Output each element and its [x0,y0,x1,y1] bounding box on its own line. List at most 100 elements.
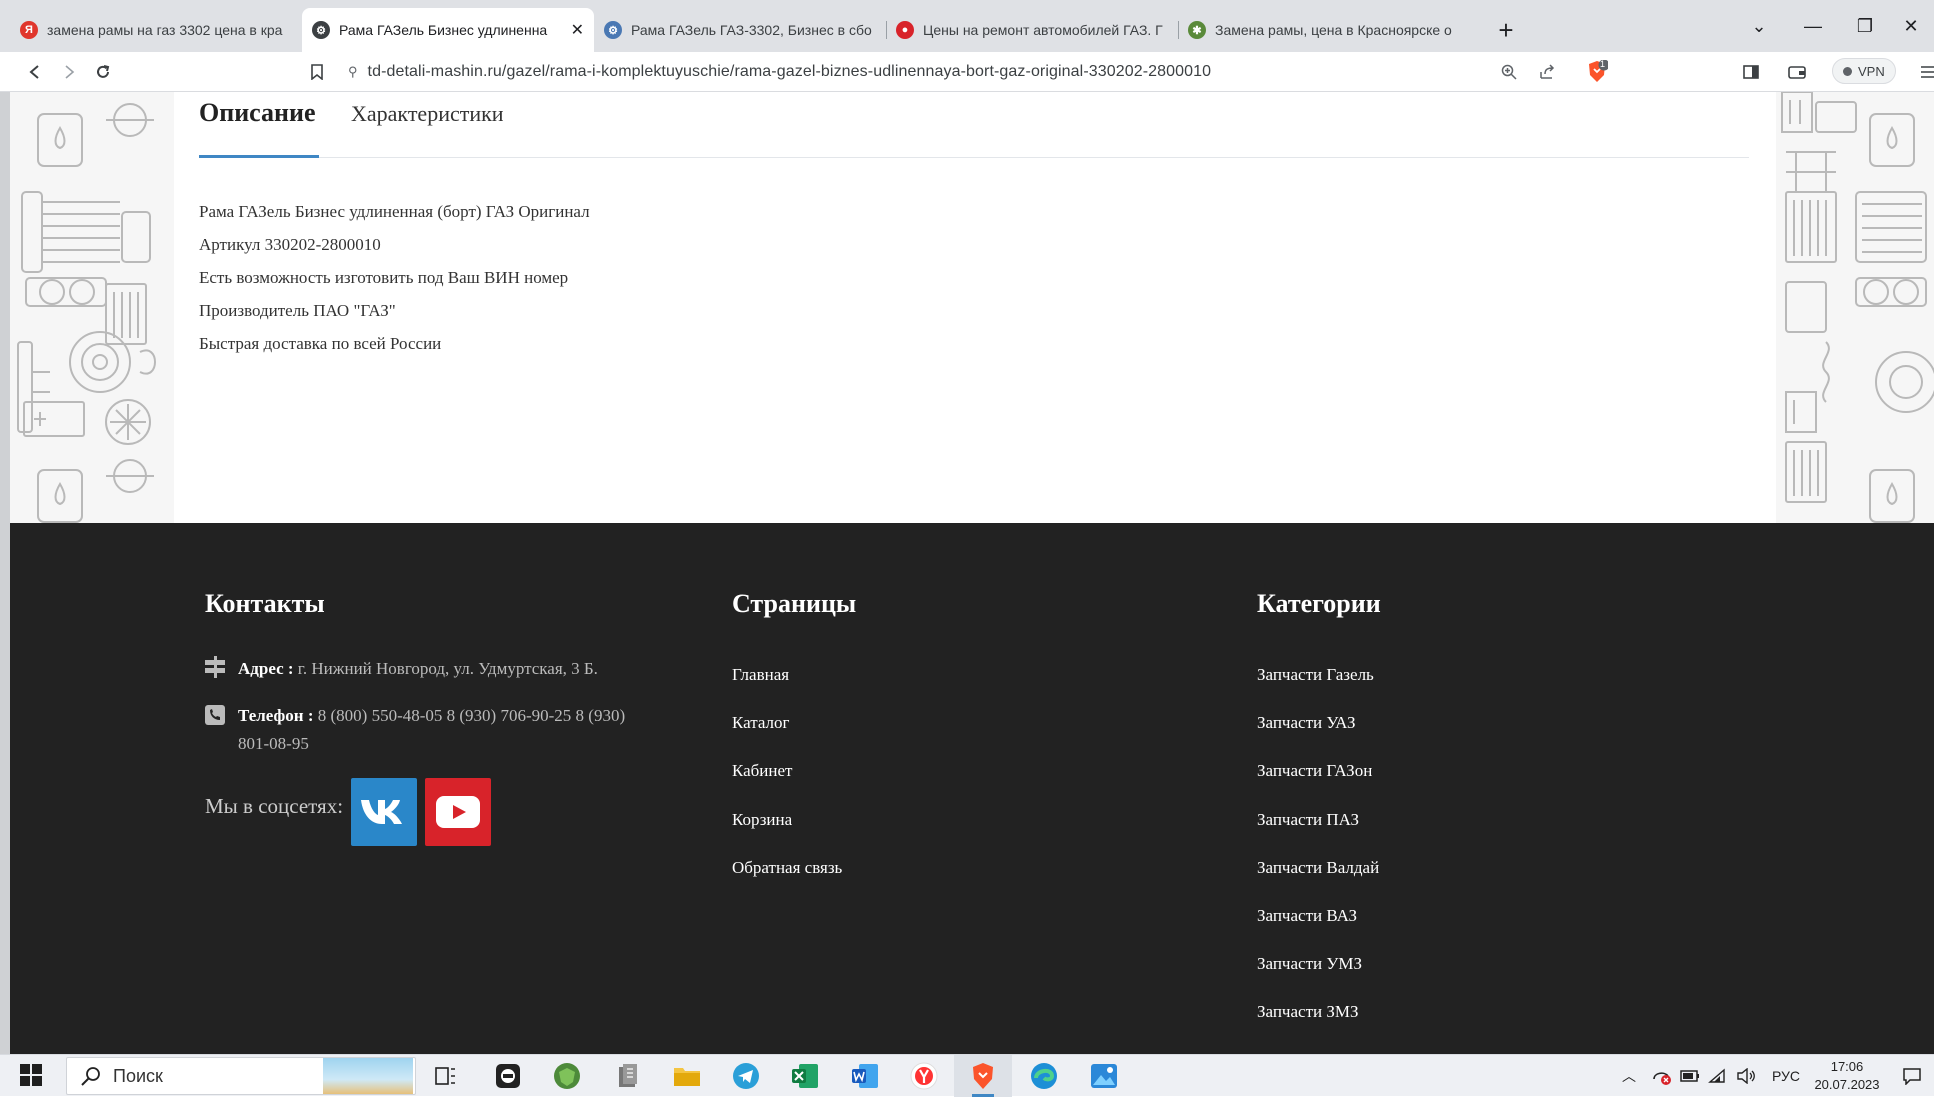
close-tab-icon[interactable]: ✕ [571,20,584,40]
footer-category-link[interactable]: Запчасти УМЗ [1257,954,1362,974]
description-line: Рама ГАЗель Бизнес удлиненная (борт) ГАЗ… [199,202,590,221]
description-line: Есть возможность изготовить под Ваш ВИН … [199,268,569,287]
browser-tab-bar: Я замена рамы на газ 3302 цена в кра ⚙ Р… [0,0,1934,52]
taskbar-search[interactable]: Поиск [66,1057,416,1095]
tab-title: Замена рамы, цена в Красноярске о [1215,22,1452,38]
file-archive-icon[interactable] [612,1060,644,1092]
youtube-button[interactable] [425,778,491,846]
vk-button[interactable] [351,778,417,846]
reload-button[interactable] [86,55,120,89]
site-settings-icon[interactable]: ⚲ [348,64,358,80]
categories-heading: Категории [1257,589,1381,618]
edge-icon[interactable] [1028,1060,1060,1092]
notifications-icon[interactable] [1902,1055,1922,1097]
footer-link-cabinet[interactable]: Кабинет [732,761,792,781]
footer-category-link[interactable]: Запчасти УАЗ [1257,713,1356,733]
excel-icon[interactable] [789,1060,821,1092]
bookmark-icon[interactable] [300,55,334,89]
footer-category-link[interactable]: Запчасти ЗМЗ [1257,1002,1359,1022]
footer-category-link[interactable]: Запчасти ГАЗон [1257,761,1372,781]
close-window-button[interactable]: ✕ [1888,0,1934,52]
shields-badge: 1 [1600,58,1606,69]
right-background-pattern [1776,92,1934,523]
address-row: Адрес : г. Нижний Новгород, ул. Удмуртск… [238,655,598,683]
word-icon[interactable] [849,1060,881,1092]
minimize-button[interactable]: — [1790,0,1836,52]
tab-characteristics[interactable]: Характеристики [351,101,504,127]
sidebar-toggle-icon[interactable] [1734,55,1768,89]
tray-overflow-chevron-icon[interactable]: ︿ [1622,1055,1636,1097]
forward-button[interactable] [52,55,86,89]
footer-link-feedback[interactable]: Обратная связь [732,858,842,878]
web-page: Описание Характеристики Рама ГАЗель Бизн… [0,92,1934,1054]
footer-link-home[interactable]: Главная [732,665,789,685]
browser-tab-5[interactable]: ✱ Замена рамы, цена в Красноярске о [1178,8,1478,52]
zoom-icon[interactable] [1492,55,1526,89]
description-line: Быстрая доставка по всей России [199,334,442,353]
phone-row: Телефон : 8 (800) 550-48-05 8 (930) 706-… [238,702,698,758]
windows-start-button[interactable] [20,1064,42,1091]
footer-link-catalog[interactable]: Каталог [732,713,790,733]
clock-time: 17:06 [1830,1059,1864,1074]
vpn-status-icon [1843,66,1852,76]
gear-site-icon: ⚙ [604,21,622,39]
tab-search-chevron-icon[interactable]: ⌄ [1736,0,1782,52]
vpn-label: VPN [1858,63,1885,79]
address-bar[interactable]: ⚲ td-detali-mashin.ru/gazel/rama-i-kompl… [348,56,1688,88]
vpn-button[interactable]: VPN [1832,58,1896,84]
browser-tab-1[interactable]: Я замена рамы на газ 3302 цена в кра [10,8,302,52]
share-icon[interactable] [1530,55,1564,89]
vpn-app-icon[interactable] [492,1060,524,1092]
browser-tab-4[interactable]: ● Цены на ремонт автомобилей ГАЗ. Г [886,8,1178,52]
url-text: td-detali-mashin.ru/gazel/rama-i-komplek… [367,63,1212,80]
battery-icon[interactable] [1680,1055,1700,1097]
red-circle-icon: ● [896,21,914,39]
tab-title: замена рамы на газ 3302 цена в кра [47,22,283,38]
photos-icon[interactable] [1088,1060,1120,1092]
youtube-icon [436,796,480,828]
tab-description[interactable]: Описание [199,98,316,128]
brave-shields-icon[interactable]: 1 [1580,55,1614,89]
active-tab-indicator [199,155,319,158]
yandex-browser-icon[interactable] [908,1060,940,1092]
task-view-icon[interactable] [430,1060,462,1092]
footer-category-link[interactable]: Запчасти Газель [1257,665,1374,685]
search-highlight-image [323,1058,413,1094]
footer-category-link[interactable]: Запчасти ВАЗ [1257,906,1357,926]
tab-title: Рама ГАЗель ГАЗ-3302, Бизнес в сбо [631,22,872,38]
language-indicator[interactable]: РУС [1772,1055,1800,1097]
footer-category-link[interactable]: Запчасти ПАЗ [1257,810,1359,830]
footer-category-link[interactable]: Запчасти Валдай [1257,858,1379,878]
wifi-icon[interactable] [1708,1055,1728,1097]
telegram-icon[interactable] [730,1060,762,1092]
social-label: Мы в соцсетях: [205,794,344,818]
phone-value[interactable]: 801-08-95 [238,734,309,753]
network-error-icon[interactable] [1652,1055,1672,1097]
phone-value[interactable]: 8 (800) 550-48-05 8 (930) 706-90-25 8 (9… [318,706,625,725]
restore-button[interactable]: ❐ [1842,0,1888,52]
contacts-heading: Контакты [205,589,325,618]
description-line: Производитель ПАО "ГАЗ" [199,301,396,320]
address-value: г. Нижний Новгород, ул. Удмуртская, 3 Б. [297,659,598,678]
browser-tab-2[interactable]: ⚙ Рама ГАЗель Бизнес удлиненна ✕ [302,8,594,52]
left-background-pattern [10,92,174,523]
windows-logo-icon [20,1064,42,1086]
address-label: Адрес : [238,659,294,678]
tab-title: Цены на ремонт автомобилей ГАЗ. Г [923,22,1163,38]
wrench-site-icon: ✱ [1188,21,1206,39]
site-footer: Контакты Адрес : г. Нижний Новгород, ул.… [10,523,1934,1054]
new-tab-button[interactable]: + [1486,8,1526,52]
footer-link-cart[interactable]: Корзина [732,810,792,830]
vk-icon [361,800,402,824]
volume-icon[interactable] [1736,1055,1756,1097]
menu-icon[interactable] [1912,55,1934,89]
taskbar-clock[interactable]: 17:06 20.07.2023 [1806,1058,1888,1094]
shield-app-icon[interactable] [551,1060,583,1092]
file-explorer-icon[interactable] [671,1060,703,1092]
back-button[interactable] [18,55,52,89]
browser-tab-3[interactable]: ⚙ Рама ГАЗель ГАЗ-3302, Бизнес в сбо [594,8,886,52]
wallet-icon[interactable] [1780,55,1814,89]
page-left-edge [0,92,10,1054]
tab-title: Рама ГАЗель Бизнес удлиненна [339,22,548,38]
brave-browser-icon[interactable] [954,1055,1012,1097]
